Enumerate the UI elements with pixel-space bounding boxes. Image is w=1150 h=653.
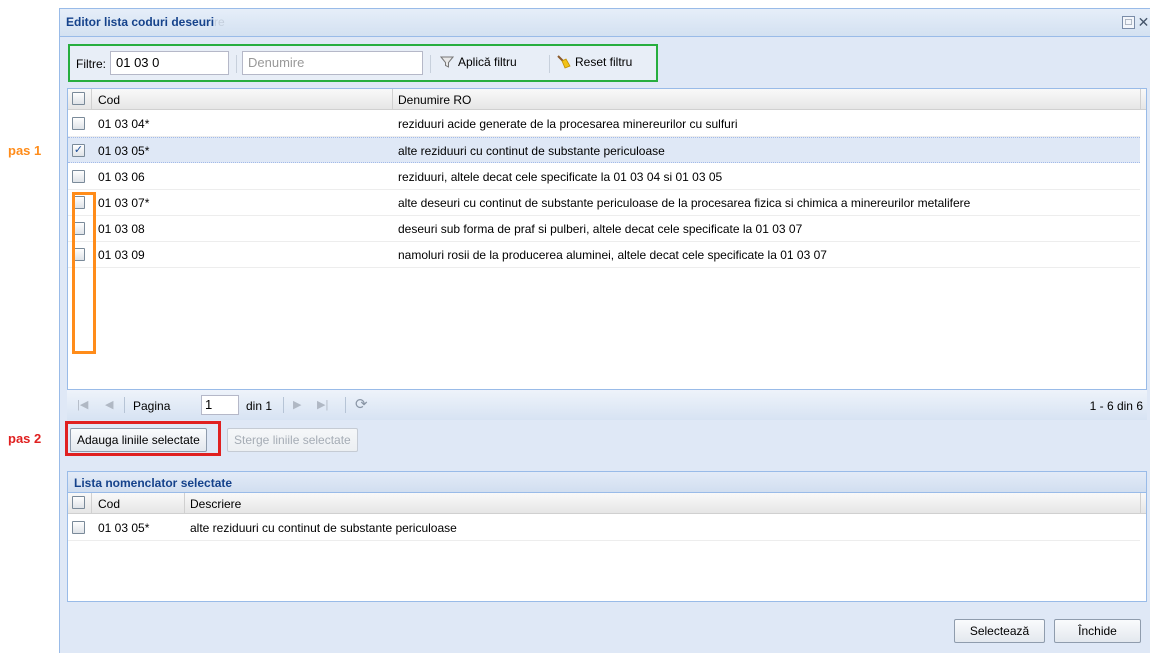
code-filter-input[interactable]: 01 03 0: [110, 51, 229, 75]
close-icon[interactable]: ✕: [1137, 15, 1150, 29]
column-divider: [392, 89, 393, 110]
window-tools: □ ✕: [1122, 15, 1150, 29]
row-denumire: reziduuri acide generate de la procesare…: [398, 117, 738, 131]
pager-separator: [124, 397, 125, 413]
selected-list-title: Lista nomenclator selectate: [68, 472, 1146, 493]
step-2-highlight: [65, 421, 221, 456]
row-denumire: alte deseuri cu continut de substante pe…: [398, 196, 971, 210]
row-denumire: reziduuri, altele decat cele specificate…: [398, 170, 723, 184]
pager-separator: [283, 397, 284, 413]
broom-icon: [557, 55, 571, 69]
row-cod: 01 03 04*: [98, 117, 150, 131]
select-button[interactable]: Selectează: [954, 619, 1045, 643]
column-divider: [1140, 493, 1141, 514]
row-denumire: alte reziduuri cu continut de substante …: [398, 144, 665, 158]
selected-list-panel: Lista nomenclator selectate Cod Descrier…: [67, 471, 1147, 602]
reset-filter-button[interactable]: Reset filtru: [557, 55, 632, 69]
window-title-ghost: re: [214, 15, 225, 29]
table-row[interactable]: 01 03 07* alte deseuri cu continut de su…: [68, 190, 1140, 216]
column-divider: [1140, 89, 1141, 110]
toolbar-separator: [430, 55, 431, 73]
table-row[interactable]: 01 03 06 reziduuri, altele decat cele sp…: [68, 164, 1140, 190]
window-header[interactable]: Editor lista coduri deseurire □ ✕: [60, 9, 1150, 37]
next-page-icon[interactable]: ▶: [293, 398, 301, 411]
column-header-cod[interactable]: Cod: [98, 497, 120, 511]
table-row[interactable]: ✓ 01 03 05* alte reziduuri cu continut d…: [68, 137, 1140, 163]
row-denumire: namoluri rosii de la producerea aluminei…: [398, 248, 827, 262]
paging-summary: 1 - 6 din 6: [1089, 399, 1143, 413]
row-checkbox[interactable]: [72, 117, 85, 130]
table-row[interactable]: 01 03 08 deseuri sub forma de praf si pu…: [68, 216, 1140, 242]
table-row[interactable]: 01 03 09 namoluri rosii de la producerea…: [68, 242, 1140, 268]
maximize-icon[interactable]: □: [1122, 16, 1135, 29]
column-header-cod[interactable]: Cod: [98, 93, 120, 107]
row-cod: 01 03 06: [98, 170, 145, 184]
paging-toolbar: |◀ ◀ Pagina 1 din 1 ▶ ▶| ⟳ 1 - 6 din 6: [67, 389, 1147, 420]
prev-page-icon[interactable]: ◀: [105, 398, 113, 411]
select-all-checkbox[interactable]: [72, 92, 85, 105]
row-descriere: alte reziduuri cu continut de substante …: [190, 521, 457, 535]
row-checkbox[interactable]: [72, 521, 85, 534]
refresh-icon[interactable]: ⟳: [355, 395, 368, 413]
row-denumire: deseuri sub forma de praf si pulberi, al…: [398, 222, 803, 236]
select-all-selected-checkbox[interactable]: [72, 496, 85, 509]
row-cod: 01 03 07*: [98, 196, 150, 210]
toolbar-separator: [549, 55, 550, 73]
row-cod: 01 03 05*: [98, 144, 150, 158]
last-page-icon[interactable]: ▶|: [317, 398, 328, 411]
row-cod: 01 03 05*: [98, 521, 150, 535]
column-divider: [91, 89, 92, 110]
selected-table-row[interactable]: 01 03 05* alte reziduuri cu continut de …: [68, 515, 1140, 541]
annotation-pas-2: pas 2: [8, 431, 42, 446]
window-title: Editor lista coduri deseurire: [66, 15, 225, 29]
apply-filter-button[interactable]: Aplică filtru: [440, 55, 517, 69]
pager-separator: [345, 397, 346, 413]
remove-selected-rows-button[interactable]: Sterge liniile selectate: [227, 428, 358, 452]
row-cod: 01 03 08: [98, 222, 145, 236]
page-number-input[interactable]: 1: [201, 395, 239, 415]
selected-grid-header: Cod Descriere: [68, 493, 1146, 514]
row-checkbox-checked[interactable]: ✓: [72, 144, 85, 157]
column-header-descriere[interactable]: Descriere: [190, 497, 241, 511]
step-1-highlight: [72, 192, 96, 354]
annotation-pas-1: pas 1: [8, 143, 42, 158]
waste-codes-grid: Cod Denumire RO 01 03 04* reziduuri acid…: [67, 88, 1147, 419]
table-row[interactable]: 01 03 04* reziduuri acide generate de la…: [68, 111, 1140, 137]
toolbar-separator: [236, 55, 237, 73]
row-checkbox[interactable]: [72, 170, 85, 183]
column-divider: [184, 493, 185, 514]
column-header-denumire[interactable]: Denumire RO: [398, 93, 471, 107]
close-button[interactable]: Închide: [1054, 619, 1141, 643]
row-cod: 01 03 09: [98, 248, 145, 262]
funnel-icon: [440, 56, 454, 68]
filter-label: Filtre:: [76, 57, 106, 71]
page-count: din 1: [246, 399, 273, 413]
filter-toolbar: Filtre: 01 03 0 Denumire Aplică filtru R…: [68, 44, 658, 82]
name-filter-input[interactable]: Denumire: [242, 51, 423, 75]
editor-window: Editor lista coduri deseurire □ ✕ Filtre…: [59, 8, 1150, 653]
page-label: Pagina: [133, 399, 171, 413]
grid-header: Cod Denumire RO: [68, 89, 1146, 110]
first-page-icon[interactable]: |◀: [77, 398, 88, 411]
column-divider: [91, 493, 92, 514]
